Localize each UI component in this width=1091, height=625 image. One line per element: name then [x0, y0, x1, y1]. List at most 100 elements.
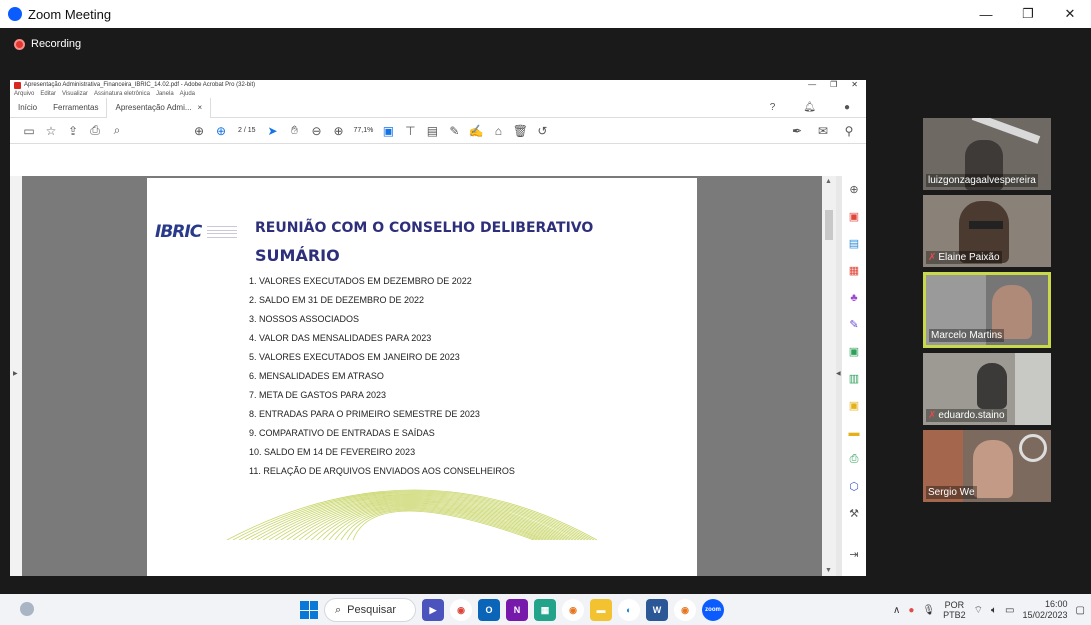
next-page-icon[interactable]: ⊕ — [210, 124, 232, 138]
chrome-icon[interactable]: ◉ — [450, 599, 472, 621]
more-tools-icon[interactable]: ⚒ — [842, 500, 866, 527]
widgets-icon[interactable] — [20, 602, 34, 616]
collapse-right-icon[interactable]: ◀ — [836, 370, 841, 377]
scroll-thumb[interactable] — [825, 210, 833, 240]
close-button[interactable]: ✕ — [1049, 0, 1091, 28]
participant-tile-4[interactable]: Sergio We — [923, 430, 1051, 502]
profile-icon[interactable]: ● — [836, 102, 858, 113]
calculator-icon[interactable]: ▦ — [534, 599, 556, 621]
prev-page-icon[interactable]: ⊕ — [188, 124, 210, 138]
scroll-mode-icon[interactable]: ⊤ — [399, 124, 421, 138]
export-excel-icon[interactable]: ▥ — [842, 365, 866, 392]
menu-assinatura[interactable]: Assinatura eletrônica — [94, 91, 150, 97]
participant-tile-2[interactable]: Marcelo Martins — [923, 272, 1051, 348]
participant-tile-0[interactable]: luizgonzagaalvespereira — [923, 118, 1051, 190]
notification-icon[interactable]: ▢ — [1076, 605, 1085, 616]
microphone-icon[interactable]: 🎙︎ — [922, 605, 935, 616]
acrobat-minimize-button[interactable]: — — [808, 80, 816, 89]
muted-mic-icon: ✗ — [928, 252, 937, 263]
scroll-up-icon[interactable]: ▲ — [825, 178, 832, 185]
zoom-tool-icon[interactable]: ⊕ — [842, 176, 866, 203]
edit-pdf-icon[interactable]: ▣ — [842, 338, 866, 365]
battery-icon[interactable]: ▭ — [1005, 605, 1014, 616]
word-icon[interactable]: W — [646, 599, 668, 621]
tab-tools[interactable]: Ferramentas — [45, 103, 106, 112]
collapse-tools-icon[interactable]: ⇥ — [842, 541, 866, 568]
tab-document[interactable]: Apresentação Admi... × — [106, 97, 212, 118]
fit-page-icon[interactable]: ▣ — [377, 124, 399, 138]
zoom-level[interactable]: 77,1% — [354, 127, 374, 134]
comment-tool-icon[interactable]: ▬ — [842, 419, 866, 446]
zoom-in-icon[interactable]: ⊕ — [328, 124, 350, 138]
document-area[interactable]: ▶ IBRIC REUNIÃO COM O CONSELHO DELIBERAT… — [10, 176, 866, 576]
tab-home[interactable]: Início — [10, 103, 45, 112]
volume-icon[interactable]: 🔈︎ — [991, 605, 997, 616]
bell-icon[interactable]: 🔔︎ — [795, 102, 824, 113]
comment-icon[interactable]: ▤ — [421, 124, 443, 138]
participant-tile-3[interactable]: ✗ eduardo.staino — [923, 353, 1051, 425]
print-icon[interactable]: ⎙ — [84, 123, 106, 138]
scroll-down-icon[interactable]: ▼ — [825, 567, 832, 574]
select-cursor-icon[interactable]: ➤ — [262, 124, 284, 138]
search-icon[interactable]: ⌕ — [106, 123, 128, 138]
delete-icon[interactable]: 🗑︎ — [509, 124, 531, 138]
export-pdf-icon[interactable]: ▤ — [842, 230, 866, 257]
file-explorer-icon[interactable]: ▬ — [590, 599, 612, 621]
fill-sign-icon[interactable]: ✎ — [842, 311, 866, 338]
browser-icon[interactable]: ◉ — [674, 599, 696, 621]
tray-overflow-icon[interactable]: ∧ — [893, 605, 900, 616]
pen-icon[interactable]: ✎ — [443, 124, 465, 138]
menu-arquivo[interactable]: Arquivo — [14, 91, 34, 97]
agenda-item: 2. SALDO EM 31 DE DEZEMBRO DE 2022 — [249, 295, 425, 305]
page-indicator[interactable]: 2 / 15 — [238, 127, 256, 134]
start-button[interactable] — [300, 601, 318, 619]
windows-taskbar: ⌕ Pesquisar ▶ ◉ O N ▦ ◉ ▬ ◐ W ◉ zoom ∧ ●… — [0, 594, 1091, 625]
page-scrollbar[interactable]: ▲ ▼ — [822, 176, 836, 576]
compress-pdf-icon[interactable]: ▣ — [842, 392, 866, 419]
language-indicator[interactable]: POR PTB2 — [943, 600, 966, 620]
menu-janela[interactable]: Janela — [156, 91, 174, 97]
outlook-icon[interactable]: O — [478, 599, 500, 621]
sign-icon[interactable]: ✒ — [786, 124, 808, 138]
participant-tile-1[interactable]: ✗ Elaine Paixão — [923, 195, 1051, 267]
stamp-icon[interactable]: ⌂ — [487, 124, 509, 138]
participant-name: Sergio We — [926, 486, 977, 499]
star-icon[interactable]: ☆ — [40, 124, 62, 138]
restore-button[interactable]: ❐ — [1007, 0, 1049, 28]
acrobat-window-title: Apresentação Administrativa_Financeira_I… — [24, 82, 256, 88]
menu-visualizar[interactable]: Visualizar — [62, 91, 88, 97]
organize-pages-icon[interactable]: ▦ — [842, 257, 866, 284]
zoom-taskbar-icon[interactable]: zoom — [702, 599, 724, 621]
share-icon[interactable]: ⚲ — [838, 124, 860, 138]
zoom-out-icon[interactable]: ⊖ — [306, 124, 328, 138]
hand-icon[interactable]: ✋︎ — [284, 123, 306, 138]
signature-icon[interactable]: ✍ — [465, 124, 487, 138]
upload-icon[interactable]: ⇪ — [62, 124, 84, 138]
print-production-icon[interactable]: ⎙ — [842, 446, 866, 473]
clock[interactable]: 16:00 15/02/2023 — [1023, 599, 1068, 621]
tab-close-icon[interactable]: × — [192, 103, 203, 112]
tray-app-icon[interactable]: ● — [908, 605, 914, 616]
edge-icon[interactable]: ◐ — [618, 599, 640, 621]
left-nav-pane[interactable]: ▶ — [10, 176, 22, 576]
taskbar-search[interactable]: ⌕ Pesquisar — [324, 598, 416, 622]
chrome-alt-icon[interactable]: ◉ — [562, 599, 584, 621]
acrobat-restore-button[interactable]: ❐ — [830, 80, 837, 89]
menu-editar[interactable]: Editar — [40, 91, 56, 97]
create-pdf-icon[interactable]: ▣ — [842, 203, 866, 230]
minimize-button[interactable]: — — [965, 0, 1007, 28]
protect-icon[interactable]: ⬡ — [842, 473, 866, 500]
zoom-titlebar: Zoom Meeting — ❐ ✕ — [0, 0, 1091, 28]
wifi-icon[interactable]: ⌔ — [974, 604, 983, 617]
mail-icon[interactable]: ✉ — [812, 124, 834, 138]
acrobat-close-button[interactable]: ✕ — [851, 80, 858, 89]
combine-files-icon[interactable]: ♣ — [842, 284, 866, 311]
save-icon[interactable]: ▭ — [18, 124, 40, 138]
recording-indicator[interactable]: Recording — [14, 38, 81, 50]
help-icon[interactable]: ? — [762, 102, 784, 113]
expand-left-icon[interactable]: ▶ — [13, 370, 18, 377]
teams-icon[interactable]: ▶ — [422, 599, 444, 621]
menu-ajuda[interactable]: Ajuda — [180, 91, 195, 97]
rotate-icon[interactable]: ↺ — [531, 124, 553, 138]
onenote-icon[interactable]: N — [506, 599, 528, 621]
